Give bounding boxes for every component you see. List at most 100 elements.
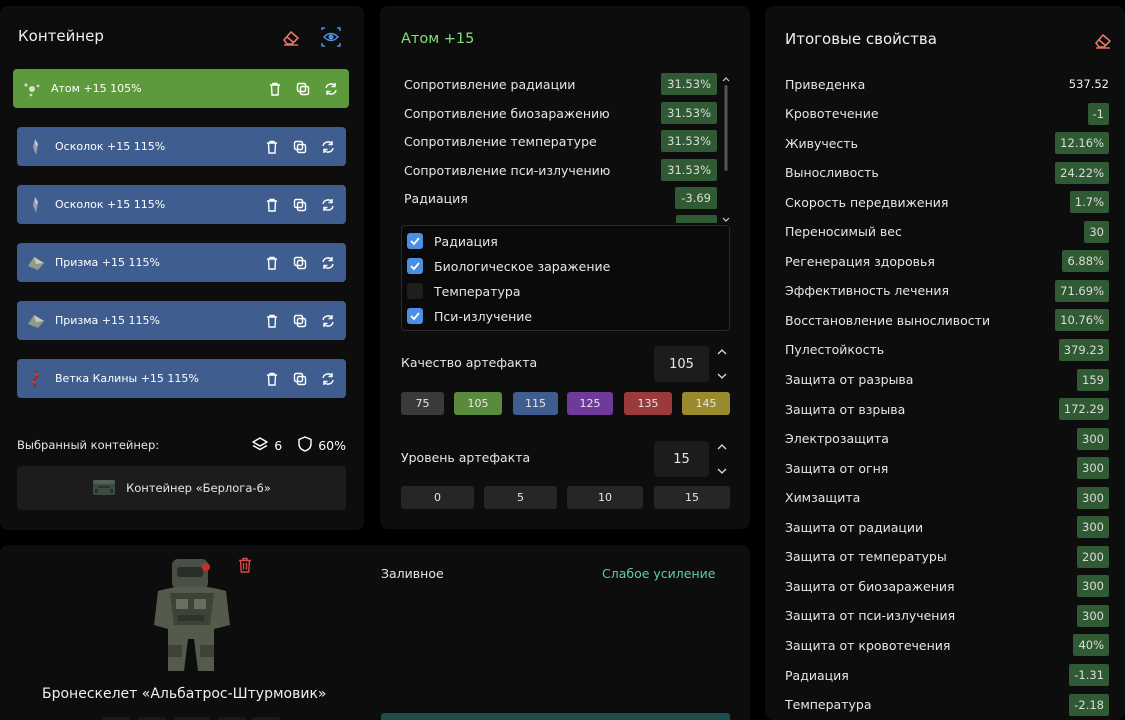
summary-stat-value: 200 [1077,545,1109,568]
summary-stat-name: Температура [785,697,872,713]
refresh-icon[interactable] [319,138,337,156]
checkbox-label: Пси-излучение [434,308,533,324]
property-row: Сопротивление радиации 31.53% [404,72,717,96]
property-value: 31.53% [661,73,717,95]
refresh-icon[interactable] [322,80,340,98]
summary-stat-name: Восстановление выносливости [785,312,991,328]
summary-row: Защита от температуры 200 [785,545,1109,569]
artifact-item-shard[interactable]: Осколок +15 115% [17,185,346,224]
artifact-label: Призма +15 115% [55,314,160,327]
level-stepper[interactable] [717,444,727,474]
chevron-down-icon[interactable] [717,468,727,474]
summary-stat-value: 300 [1077,604,1109,627]
summary-stat-name: Эффективность лечения [785,283,950,299]
refresh-icon[interactable] [319,196,337,214]
container-select-button[interactable]: Контейнер «Берлога-6» [17,466,346,510]
artifact-item-viburnum[interactable]: Ветка Калины +15 115% [17,359,346,398]
properties-scrollbar[interactable] [722,76,730,226]
quality-option-135[interactable]: 135 [624,392,672,415]
summary-row: Защита от огня 300 [785,456,1109,480]
chevron-up-icon[interactable] [717,444,727,450]
quality-option-125[interactable]: 125 [567,392,613,415]
copy-icon[interactable] [291,370,309,388]
summary-row: Кровотечение -1 [785,102,1109,126]
level-input[interactable]: 15 [654,441,709,477]
boost-link[interactable]: Слабое усиление [602,566,715,581]
summary-row: Защита от радиации 300 [785,515,1109,539]
summary-row: Пулестойкость 379.23 [785,338,1109,362]
summary-stat-name: Радиация [785,667,849,683]
checkbox-radiation[interactable]: Радиация [407,230,498,252]
property-name: Сопротивление биозаражению [404,105,610,121]
level-option-15[interactable]: 15 [654,486,730,509]
refresh-icon[interactable] [319,370,337,388]
trash-icon[interactable] [263,312,281,330]
summary-stat-name: Пулестойкость [785,342,885,358]
level-option-10[interactable]: 10 [567,486,643,509]
trash-icon[interactable] [263,138,281,156]
level-option-0[interactable]: 0 [401,486,474,509]
summary-stat-value: 10.76% [1055,309,1109,332]
trash-icon[interactable] [266,80,284,98]
trash-icon[interactable] [263,370,281,388]
artifact-item-prism[interactable]: Призма +15 115% [17,301,346,340]
property-value: -3.69 [675,187,717,209]
armor-action-button[interactable] [381,713,730,720]
chevron-down-icon[interactable] [717,373,727,379]
artifact-label: Осколок +15 115% [55,140,166,153]
refresh-icon[interactable] [319,312,337,330]
summary-row: Защита от взрыва 172.29 [785,397,1109,421]
summary-stat-value: 30 [1084,220,1109,243]
quality-option-145[interactable]: 145 [682,392,730,415]
refresh-icon[interactable] [319,254,337,272]
container-stats: 6 60% [252,436,346,455]
quality-option-115[interactable]: 115 [513,392,558,415]
summary-row: Скорость передвижения 1.7% [785,190,1109,214]
artifact-label: Ветка Калины +15 115% [55,372,199,385]
copy-icon[interactable] [291,196,309,214]
quality-option-105[interactable]: 105 [454,392,502,415]
checkbox-bio[interactable]: Биологическое заражение [407,255,610,277]
quality-option-75[interactable]: 75 [401,392,444,415]
checkbox-unchecked-icon[interactable] [407,283,423,299]
property-name: Радиация [404,190,468,206]
summary-row: Выносливость 24.22% [785,161,1109,185]
checkbox-checked-icon[interactable] [407,233,423,249]
eraser-icon[interactable] [281,27,301,47]
summary-row: Химзащита 300 [785,486,1109,510]
trash-icon[interactable] [263,196,281,214]
summary-row: Живучесть 12.16% [785,131,1109,155]
artifact-item-shard[interactable]: Осколок +15 115% [17,127,346,166]
artifact-item-prism[interactable]: Призма +15 115% [17,243,346,282]
summary-title: Итоговые свойства [785,30,937,48]
checkbox-temperature[interactable]: Температура [407,280,521,302]
summary-row: Защита от разрыва 159 [785,368,1109,392]
trash-icon[interactable] [263,254,281,272]
trash-icon[interactable] [237,557,253,573]
eraser-icon[interactable] [1093,30,1113,50]
checkbox-label: Радиация [434,233,498,249]
quality-stepper[interactable] [717,349,727,379]
level-option-5[interactable]: 5 [484,486,557,509]
summary-stat-name: Защита от радиации [785,519,924,535]
copy-icon[interactable] [291,254,309,272]
summary-row: Радиация -1.31 [785,663,1109,687]
checkbox-checked-icon[interactable] [407,258,423,274]
chevron-up-icon[interactable] [717,349,727,355]
checkbox-psi[interactable]: Пси-излучение [407,305,532,327]
artifact-title: Атом +15 [401,31,475,47]
summary-row: Защита от биозаражения 300 [785,574,1109,598]
armor-image [148,555,236,673]
summary-stat-value: 12.16% [1055,132,1109,155]
copy-icon[interactable] [291,138,309,156]
container-title: Контейнер [18,27,104,45]
copy-icon[interactable] [294,80,312,98]
copy-icon[interactable] [291,312,309,330]
summary-stat-value: 537.52 [1068,77,1109,91]
artifact-item-atom[interactable]: Атом +15 105% [13,69,349,108]
checkbox-checked-icon[interactable] [407,308,423,324]
quality-input[interactable]: 105 [654,346,709,382]
container-box-icon [92,477,116,500]
container-protection: 60% [318,438,346,453]
eye-icon[interactable] [321,27,341,47]
